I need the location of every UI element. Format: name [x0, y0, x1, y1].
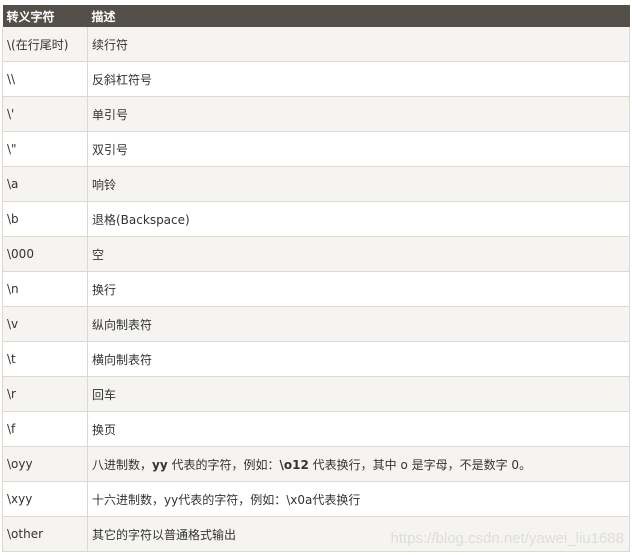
description-cell: 双引号	[87, 131, 630, 167]
description-segment: yy	[152, 457, 168, 472]
description-segment: 代表换行，其中 o 是字母，不是数字 0。	[308, 457, 532, 472]
description-cell: 回车	[87, 376, 630, 412]
description-cell: 纵向制表符	[87, 306, 630, 342]
escape-char-cell: \'	[2, 96, 88, 132]
table-row: \v 纵向制表符	[2, 306, 630, 342]
table-row: \r 回车	[2, 376, 630, 412]
escape-char-cell: \\	[2, 61, 88, 97]
table-row: \xyy 十六进制数，yy代表的字符，例如：\x0a代表换行	[2, 481, 630, 517]
table-row: \' 单引号	[2, 96, 630, 132]
escape-char-cell: \(在行尾时)	[2, 27, 88, 62]
table-row: \(在行尾时) 续行符	[2, 27, 630, 62]
description-cell: 空	[87, 236, 630, 272]
description-segment: 八进制数，	[92, 457, 153, 472]
header-escape-char: 转义字符	[2, 5, 88, 27]
table-row: \" 双引号	[2, 131, 630, 167]
table-row: \a 响铃	[2, 166, 630, 202]
description-cell: 续行符	[87, 27, 630, 62]
escape-char-cell: \t	[2, 341, 88, 377]
table-row: \f 换页	[2, 411, 630, 447]
description-cell: 换页	[87, 411, 630, 447]
table-row: \t 横向制表符	[2, 341, 630, 377]
escape-char-cell: \b	[2, 201, 88, 237]
table-row: \oyy 八进制数，yy 代表的字符，例如：\o12 代表换行，其中 o 是字母，…	[2, 446, 630, 482]
escape-char-cell: \r	[2, 376, 88, 412]
header-description: 描述	[87, 5, 630, 27]
escape-char-cell: \000	[2, 236, 88, 272]
escape-char-cell: \v	[2, 306, 88, 342]
table-row: \b 退格(Backspace)	[2, 201, 630, 237]
table-header: 转义字符 描述	[2, 5, 630, 27]
table-row: \\ 反斜杠符号	[2, 61, 630, 97]
escape-char-cell: \xyy	[2, 481, 88, 517]
description-cell: 反斜杠符号	[87, 61, 630, 97]
escape-char-cell: \oyy	[2, 446, 88, 482]
escape-char-cell: \other	[2, 516, 88, 552]
escape-char-cell: \a	[2, 166, 88, 202]
escape-char-table: 转义字符 描述 \(在行尾时) 续行符 \\ 反斜杠符号 \' 单引号 \" 双引号 \a 响铃 \…	[2, 5, 630, 552]
watermark: https://blog.csdn.net/yawei_liu1688	[390, 530, 625, 547]
description-cell: 换行	[87, 271, 630, 307]
table-row: \000 空	[2, 236, 630, 272]
description-cell: 横向制表符	[87, 341, 630, 377]
escape-char-cell: \f	[2, 411, 88, 447]
description-cell: 退格(Backspace)	[87, 201, 630, 237]
description-cell: 八进制数，yy 代表的字符，例如：\o12 代表换行，其中 o 是字母，不是数字…	[87, 446, 630, 482]
escape-char-cell: \"	[2, 131, 88, 167]
description-cell: 十六进制数，yy代表的字符，例如：\x0a代表换行	[87, 481, 630, 517]
escape-char-cell: \n	[2, 271, 88, 307]
description-cell: 单引号	[87, 96, 630, 132]
description-cell: 响铃	[87, 166, 630, 202]
description-segment: 代表的字符，例如：	[167, 457, 280, 472]
table-row: \n 换行	[2, 271, 630, 307]
description-segment: \o12	[279, 457, 309, 472]
